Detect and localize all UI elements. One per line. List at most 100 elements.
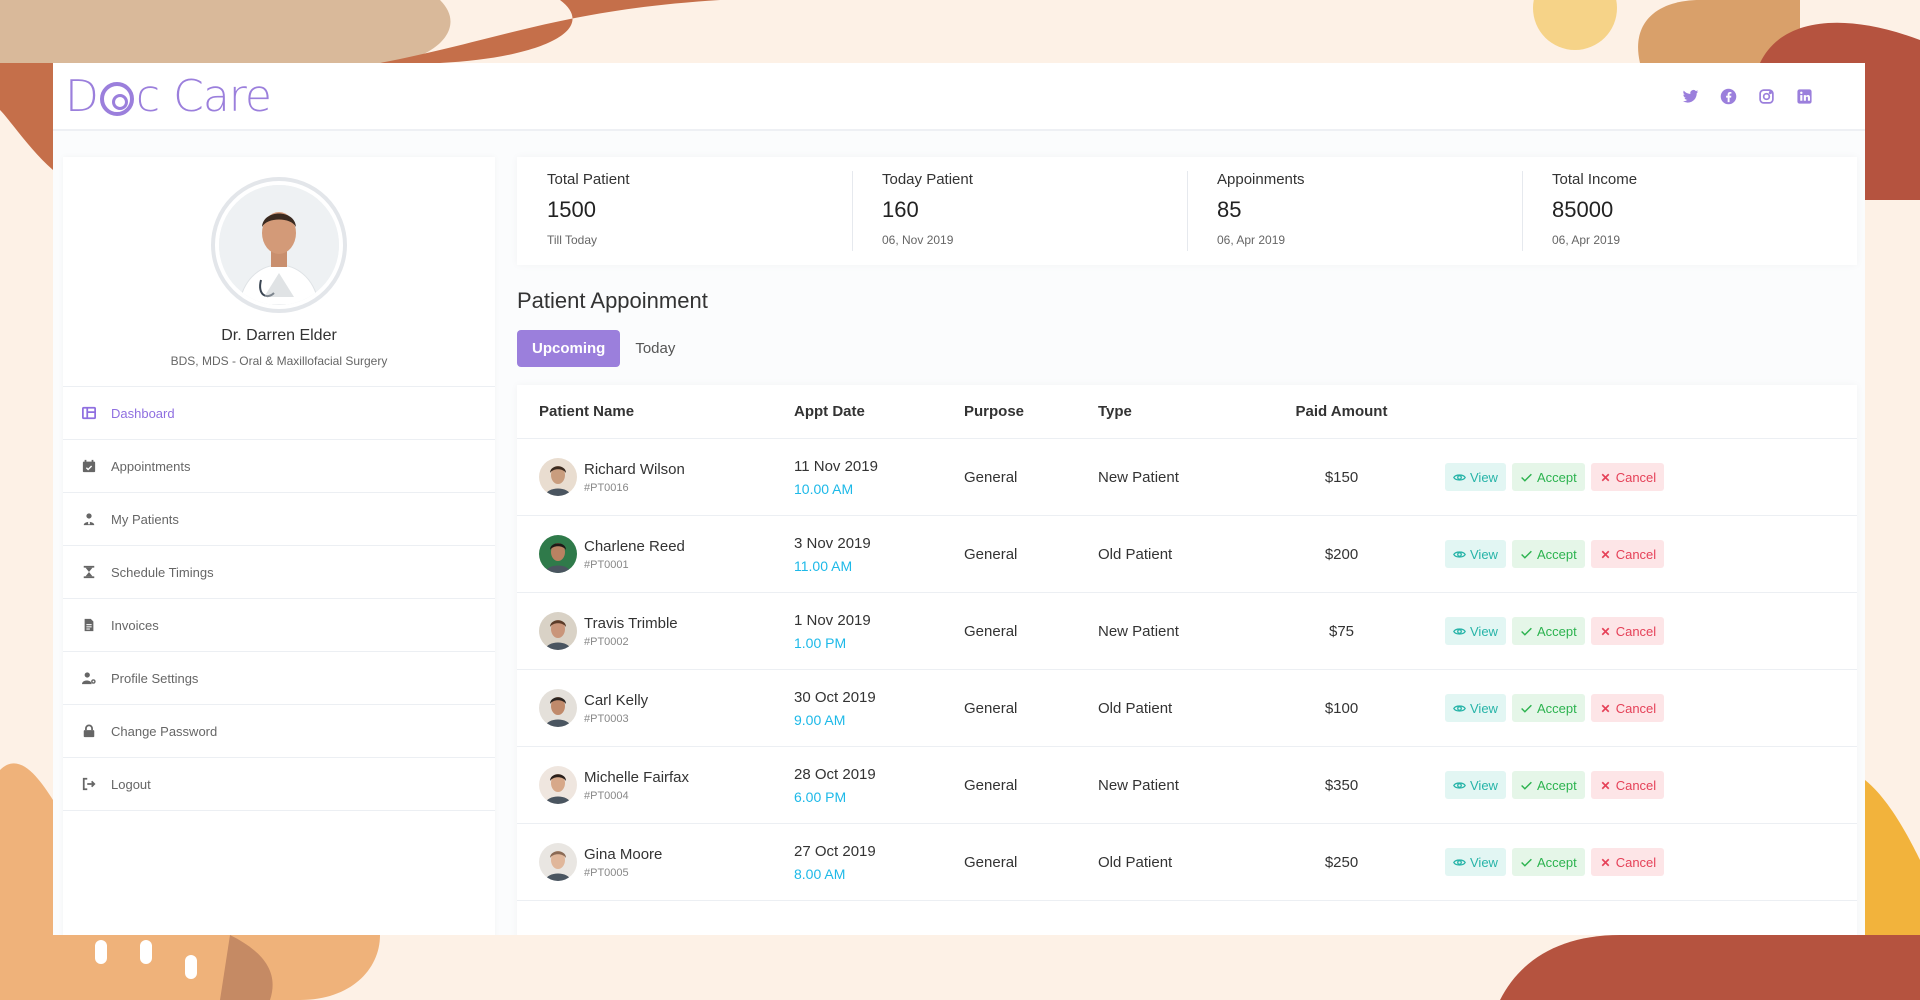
col-type[interactable]: Type: [1098, 403, 1268, 420]
accept-button[interactable]: Accept: [1511, 540, 1585, 568]
view-button[interactable]: View: [1445, 848, 1506, 876]
check-icon: [1521, 627, 1532, 636]
patient-name[interactable]: Carl Kelly: [584, 692, 648, 709]
view-button[interactable]: View: [1445, 617, 1506, 645]
col-purpose[interactable]: Purpose: [964, 403, 1098, 420]
eye-icon: [1453, 704, 1466, 712]
stat-total-income: Total Income 85000 06, Apr 2019: [1522, 157, 1857, 265]
sidebar: Dr. Darren Elder BDS, MDS - Oral & Maxil…: [63, 157, 495, 935]
patient-avatar[interactable]: [539, 689, 577, 727]
appt-time: 11.00 AM: [794, 557, 853, 574]
accept-button[interactable]: Accept: [1511, 694, 1585, 722]
stat-label: Appoinments: [1217, 171, 1305, 188]
row-actions: View Accept Cancel: [1415, 463, 1857, 491]
appt-date: 3 Nov 2019: [794, 534, 871, 552]
sidebar-item-dashboard[interactable]: Dashboard: [63, 387, 495, 440]
patient-name[interactable]: Michelle Fairfax: [584, 769, 689, 786]
accept-button[interactable]: Accept: [1511, 463, 1585, 491]
stat-today-patient: Today Patient 160 06, Nov 2019: [852, 157, 1187, 265]
sidebar-item-appointments[interactable]: Appointments: [63, 440, 495, 493]
patient-name[interactable]: Gina Moore: [584, 846, 662, 863]
stat-label: Today Patient: [882, 171, 973, 188]
accept-button[interactable]: Accept: [1511, 771, 1585, 799]
check-icon: [1521, 550, 1532, 559]
tab-today[interactable]: Today: [620, 330, 690, 367]
close-icon: [1601, 858, 1610, 866]
stat-sub: 06, Apr 2019: [1552, 233, 1621, 247]
patient-avatar[interactable]: [539, 535, 577, 573]
view-button[interactable]: View: [1445, 463, 1506, 491]
appointments-table: Patient Name Appt Date Purpose Type Paid…: [517, 385, 1857, 935]
col-paid-amount[interactable]: Paid Amount: [1268, 403, 1415, 420]
patient-id: #PT0001: [584, 558, 629, 571]
cancel-button[interactable]: Cancel: [1590, 463, 1665, 491]
doctor-name: Dr. Darren Elder: [221, 327, 337, 344]
purpose-cell: General: [964, 699, 1018, 717]
stat-sub: 06, Nov 2019: [882, 233, 954, 247]
appt-date: 1 Nov 2019: [794, 611, 871, 629]
doctor-avatar[interactable]: [211, 177, 347, 313]
patient-cell: Carl Kelly #PT0003: [517, 689, 794, 727]
sidebar-item-profile-settings[interactable]: Profile Settings: [63, 652, 495, 705]
tab-upcoming[interactable]: Upcoming: [517, 330, 621, 367]
eye-icon: [1453, 550, 1466, 558]
sidebar-item-my-patients[interactable]: My Patients: [63, 493, 495, 546]
invoice-icon: [81, 617, 97, 633]
cancel-button[interactable]: Cancel: [1590, 848, 1665, 876]
stat-sub: Till Today: [547, 233, 598, 247]
instagram-icon[interactable]: [1757, 87, 1775, 105]
patient-name[interactable]: Travis Trimble: [584, 615, 678, 632]
twitter-icon[interactable]: [1681, 87, 1699, 105]
cancel-button[interactable]: Cancel: [1590, 617, 1665, 645]
appt-date: 27 Oct 2019: [794, 842, 876, 860]
sidebar-item-invoices[interactable]: Invoices: [63, 599, 495, 652]
cancel-button[interactable]: Cancel: [1590, 694, 1665, 722]
accept-button[interactable]: Accept: [1511, 848, 1585, 876]
sidebar-item-logout[interactable]: Logout: [63, 758, 495, 811]
type-cell: New Patient: [1098, 776, 1179, 794]
sidebar-item-label: Change Password: [111, 723, 218, 739]
type-cell: Old Patient: [1098, 853, 1173, 871]
appt-time: 10.00 AM: [794, 480, 854, 497]
patient-name[interactable]: Richard Wilson: [584, 461, 685, 478]
paid-amount-cell: $250: [1324, 853, 1359, 871]
cancel-button[interactable]: Cancel: [1590, 540, 1665, 568]
type-cell: Old Patient: [1098, 699, 1173, 717]
type-cell: New Patient: [1098, 622, 1179, 640]
patient-id: #PT0003: [584, 712, 629, 725]
appt-date: 11 Nov 2019: [794, 457, 878, 475]
stat-label: Total Income: [1552, 171, 1638, 188]
facebook-icon[interactable]: [1719, 87, 1737, 105]
view-button[interactable]: View: [1445, 540, 1506, 568]
patient-name[interactable]: Charlene Reed: [584, 538, 685, 555]
logo[interactable]: Dc Care: [65, 71, 272, 122]
view-button[interactable]: View: [1445, 771, 1506, 799]
sidebar-item-label: Appointments: [111, 458, 191, 474]
close-icon: [1601, 704, 1610, 712]
appointment-tabs: Upcoming Today: [517, 330, 690, 367]
patient-avatar[interactable]: [539, 612, 577, 650]
paid-amount-cell: $150: [1324, 468, 1359, 486]
patient-cell: Michelle Fairfax #PT0004: [517, 766, 794, 804]
sidebar-item-change-password[interactable]: Change Password: [63, 705, 495, 758]
patient-avatar[interactable]: [539, 458, 577, 496]
appt-date-cell: 27 Oct 2019 8.00 AM: [794, 843, 964, 882]
stats-card: Total Patient 1500 Till Today Today Pati…: [517, 157, 1857, 265]
view-button[interactable]: View: [1445, 694, 1506, 722]
accept-button[interactable]: Accept: [1511, 617, 1585, 645]
sidebar-item-label: Dashboard: [111, 405, 175, 421]
table-body: Richard Wilson #PT0016 11 Nov 2019 10.00…: [517, 439, 1857, 901]
row-actions: View Accept Cancel: [1415, 694, 1857, 722]
patient-id: #PT0005: [584, 866, 629, 879]
col-appt-date[interactable]: Appt Date: [794, 403, 964, 420]
appt-time: 8.00 AM: [794, 865, 846, 882]
col-patient-name[interactable]: Patient Name: [517, 403, 794, 420]
patient-avatar[interactable]: [539, 843, 577, 881]
purpose-cell: General: [964, 622, 1018, 640]
app-window: Dc Care Dr. Darren Elder BDS, MDS - Oral…: [53, 63, 1865, 935]
sidebar-item-schedule-timings[interactable]: Schedule Timings: [63, 546, 495, 599]
cancel-button[interactable]: Cancel: [1590, 771, 1665, 799]
linkedin-icon[interactable]: [1795, 87, 1813, 105]
patient-id: #PT0002: [584, 635, 629, 648]
patient-avatar[interactable]: [539, 766, 577, 804]
